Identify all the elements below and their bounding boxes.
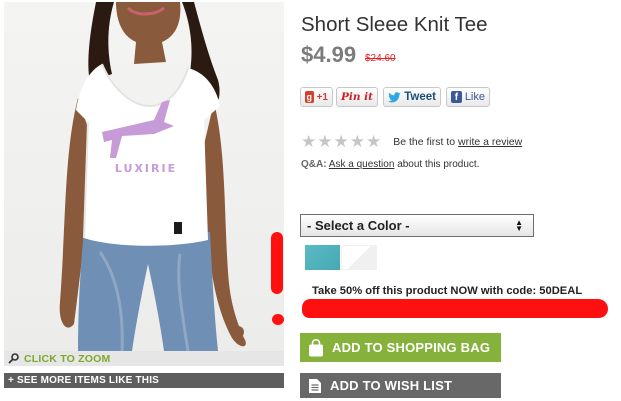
color-swatch-teal[interactable]	[305, 245, 340, 270]
add-to-wish-list-button[interactable]: ADD TO WISH LIST	[300, 373, 501, 398]
qa-row: Q&A: Ask a question about this product.	[301, 159, 479, 170]
shopping-bag-icon	[309, 338, 323, 356]
annotation-exclamation-bar	[271, 232, 283, 294]
annotation-exclamation-dot	[272, 314, 284, 325]
color-swatch-white[interactable]	[341, 245, 377, 270]
add-to-wish-list-label: ADD TO WISH LIST	[330, 378, 453, 393]
write-review-link[interactable]: write a review	[458, 136, 522, 148]
zoom-label: CLICK TO ZOOM	[24, 352, 111, 365]
star-icon[interactable]: ★	[366, 134, 381, 151]
product-image[interactable]: LUXIRIE	[4, 2, 284, 351]
star-icon[interactable]: ★	[317, 134, 332, 151]
original-price: $24.60	[365, 53, 396, 64]
add-to-shopping-bag-button[interactable]: ADD TO SHOPPING BAG	[300, 333, 501, 362]
shirt-print-text: LUXIRIE	[115, 162, 177, 175]
qa-suffix: about this product.	[397, 159, 480, 170]
color-select[interactable]: - Select a Color - ▲ ▼	[300, 214, 534, 237]
pin-it-button[interactable]: Pin it	[336, 87, 378, 107]
review-prefix: Be the first to	[393, 136, 456, 148]
google-icon: g	[305, 91, 314, 103]
star-icon[interactable]: ★	[350, 134, 365, 151]
tweet-label: Tweet	[404, 91, 436, 103]
color-select-value: - Select a Color -	[307, 218, 410, 233]
like-label: Like	[464, 91, 485, 103]
star-rating[interactable]: ★ ★ ★ ★ ★	[301, 134, 381, 151]
add-to-bag-label: ADD TO SHOPPING BAG	[332, 340, 491, 355]
ask-question-link[interactable]: Ask a question	[329, 159, 395, 170]
promo-code-text: Take 50% off this product NOW with code:…	[312, 285, 583, 297]
pin-it-label: Pin it	[341, 91, 374, 103]
google-plus-button[interactable]: g +1	[300, 87, 333, 107]
click-to-zoom-bar[interactable]: CLICK TO ZOOM	[4, 351, 284, 366]
rating-row: ★ ★ ★ ★ ★ Be the first to write a review	[301, 134, 522, 151]
star-icon[interactable]: ★	[301, 134, 316, 151]
magnifier-icon	[8, 353, 19, 364]
review-prompt: Be the first to write a review	[393, 136, 522, 148]
twitter-bird-icon	[388, 91, 401, 102]
qa-label: Q&A:	[301, 159, 327, 170]
see-more-label: + SEE MORE ITEMS LIKE THIS	[8, 375, 160, 386]
sale-price: $4.99	[301, 42, 357, 67]
see-more-items-link[interactable]: + SEE MORE ITEMS LIKE THIS	[4, 373, 284, 388]
annotation-underline	[302, 299, 608, 318]
document-list-icon	[309, 378, 321, 393]
tweet-button[interactable]: Tweet	[383, 87, 441, 107]
product-title: Short Sleee Knit Tee	[301, 13, 488, 36]
facebook-icon: f	[451, 91, 462, 103]
google-plus-label: +1	[316, 91, 328, 103]
select-arrows-icon: ▲ ▼	[515, 217, 523, 233]
facebook-like-button[interactable]: f Like	[446, 87, 490, 107]
star-icon[interactable]: ★	[334, 134, 349, 151]
